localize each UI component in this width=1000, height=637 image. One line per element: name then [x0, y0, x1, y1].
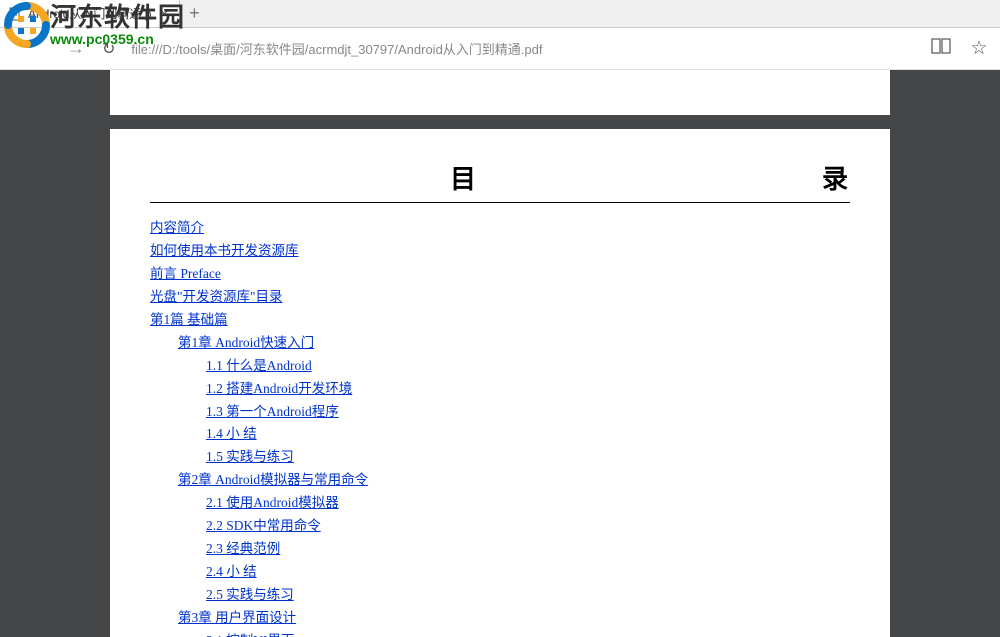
tab-item[interactable]: Android从入门到精通.p ×	[0, 0, 180, 27]
toc-item: 1.2 搭建Android开发环境	[150, 378, 850, 401]
favorite-icon[interactable]: ☆	[968, 37, 990, 60]
toc-link[interactable]: 1.5 实践与练习	[206, 449, 294, 464]
heading-left: 目	[450, 159, 476, 196]
refresh-icon[interactable]: ↻	[102, 39, 115, 59]
toc-item: 第2章 Android模拟器与常用命令	[150, 469, 850, 492]
toc-item: 如何使用本书开发资源库	[150, 240, 850, 263]
toc-item: 第1章 Android快速入门	[150, 332, 850, 355]
toc-item: 2.3 经典范例	[150, 538, 850, 561]
toc-link[interactable]: 光盘"开发资源库"目录	[150, 289, 283, 304]
toc-link[interactable]: 1.2 搭建Android开发环境	[206, 381, 352, 396]
close-icon[interactable]: ×	[157, 7, 171, 21]
toc-item: 2.1 使用Android模拟器	[150, 492, 850, 515]
toc-link[interactable]: 2.1 使用Android模拟器	[206, 495, 339, 510]
file-icon	[8, 7, 22, 21]
toc-link[interactable]: 2.5 实践与练习	[206, 587, 294, 602]
toc-item: 3.1 控制UI界面	[150, 630, 850, 637]
toc-link[interactable]: 2.3 经典范例	[206, 541, 280, 556]
toc-item: 前言 Preface	[150, 263, 850, 286]
toc-item: 内容简介	[150, 217, 850, 240]
pdf-page-prev-tail	[110, 70, 890, 115]
forward-button[interactable]: →	[66, 38, 86, 59]
url-text[interactable]: file:///D:/tools/桌面/河东软件园/acrmdjt_30797/…	[131, 39, 914, 58]
toc-item: 1.4 小 结	[150, 423, 850, 446]
toc-item: 2.2 SDK中常用命令	[150, 515, 850, 538]
reading-view-icon[interactable]	[930, 37, 952, 61]
tab-title: Android从入门到精通.p	[28, 5, 151, 22]
toc-link[interactable]: 如何使用本书开发资源库	[150, 243, 299, 258]
toc-item: 2.4 小 结	[150, 561, 850, 584]
toc-link[interactable]: 第1篇 基础篇	[150, 312, 228, 327]
toc-link[interactable]: 内容简介	[150, 220, 204, 235]
toc-item: 第3章 用户界面设计	[150, 607, 850, 630]
page-title: 目 录	[150, 159, 850, 203]
toc-link[interactable]: 2.4 小 结	[206, 564, 257, 579]
toc-item: 2.5 实践与练习	[150, 584, 850, 607]
pdf-page: 目 录 内容简介如何使用本书开发资源库前言 Preface 光盘"开发资源库"目录…	[110, 129, 890, 637]
toc-item: 1.5 实践与练习	[150, 446, 850, 469]
address-bar: ← → ↻ file:///D:/tools/桌面/河东软件园/acrmdjt_…	[0, 28, 1000, 70]
toc-link[interactable]: 2.2 SDK中常用命令	[206, 518, 321, 533]
toc-link[interactable]: 3.1 控制UI界面	[206, 633, 295, 637]
toc-item: 1.1 什么是Android	[150, 355, 850, 378]
toc-item: 第1篇 基础篇	[150, 309, 850, 332]
pdf-viewer: 目 录 内容简介如何使用本书开发资源库前言 Preface 光盘"开发资源库"目录…	[0, 70, 1000, 637]
toc-link[interactable]: 1.3 第一个Android程序	[206, 404, 339, 419]
toc-link[interactable]: 1.1 什么是Android	[206, 358, 312, 373]
heading-right: 录	[822, 159, 848, 196]
toc-link[interactable]: 第2章 Android模拟器与常用命令	[178, 472, 368, 487]
tab-bar: Android从入门到精通.p × +	[0, 0, 1000, 28]
toc-link[interactable]: 前言 Preface	[150, 266, 221, 281]
toc-link[interactable]: 第1章 Android快速入门	[178, 335, 314, 350]
toc-item: 1.3 第一个Android程序	[150, 401, 850, 424]
toc-link[interactable]: 第3章 用户界面设计	[178, 610, 296, 625]
toc-list: 内容简介如何使用本书开发资源库前言 Preface 光盘"开发资源库"目录第1篇 …	[150, 217, 850, 637]
toc-link[interactable]: 1.4 小 结	[206, 426, 257, 441]
toc-item: 光盘"开发资源库"目录	[150, 286, 850, 309]
new-tab-button[interactable]: +	[180, 3, 208, 24]
